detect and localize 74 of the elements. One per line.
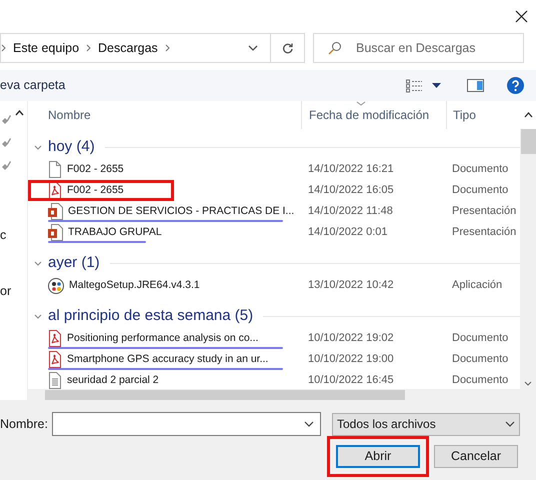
pin-icon bbox=[0, 136, 12, 148]
address-bar[interactable]: Este equipo Descargas bbox=[0, 33, 305, 63]
close-icon[interactable] bbox=[515, 10, 528, 23]
help-icon[interactable] bbox=[507, 77, 524, 94]
file-name-field[interactable] bbox=[52, 412, 321, 436]
date-cell-text: 13/10/2022 10:42 bbox=[307, 278, 395, 294]
date-cell-text: 14/10/2022 16:21 bbox=[307, 162, 395, 178]
file-name[interactable]: seuridad 2 parcial 2 bbox=[67, 372, 159, 388]
file-name[interactable]: Smartphone GPS accuracy study in an ur... bbox=[67, 352, 268, 368]
date-cell-text: 10/10/2022 16:45 bbox=[307, 373, 395, 388]
type-cell-text: Presentación bbox=[451, 225, 516, 240]
file-name[interactable]: Positioning performance analysis on co... bbox=[67, 330, 258, 346]
scroll-down-icon[interactable] bbox=[524, 381, 532, 386]
chevron-icon bbox=[164, 44, 170, 52]
scroll-up-icon[interactable] bbox=[15, 110, 24, 116]
date-cell-text: 14/10/2022 0:01 bbox=[307, 225, 389, 240]
dialog-button[interactable]: Abrir bbox=[336, 445, 420, 468]
pin-icon bbox=[0, 112, 12, 124]
type-cell-text: Aplicación bbox=[451, 278, 502, 294]
date-cell-text: 14/10/2022 11:48 bbox=[307, 204, 394, 220]
preview-pane-icon[interactable] bbox=[467, 79, 484, 92]
dropdown-chevron-icon[interactable] bbox=[304, 421, 314, 427]
file-name[interactable]: TRABAJO GRUPAL bbox=[68, 224, 162, 240]
group-header[interactable]: hoy (4) bbox=[48, 136, 95, 158]
new-folder-button[interactable]: eva carpeta bbox=[0, 76, 66, 95]
search-placeholder: Buscar en Descargas bbox=[356, 40, 476, 57]
type-cell-text: Documento bbox=[451, 331, 508, 346]
pdf-document-icon bbox=[48, 351, 62, 368]
date-cell-text: 10/10/2022 19:00 bbox=[307, 352, 395, 368]
refresh-icon[interactable] bbox=[282, 42, 294, 54]
dropdown-arrow-icon[interactable] bbox=[432, 83, 441, 88]
breadcrumb-item[interactable]: Descargas bbox=[98, 38, 158, 58]
horizontal-scrollbar[interactable] bbox=[28, 389, 536, 400]
presentation-icon bbox=[48, 203, 63, 220]
presentation-icon bbox=[48, 224, 63, 241]
vertical-scrollbar[interactable] bbox=[520, 129, 536, 389]
view-list-icon[interactable] bbox=[406, 78, 422, 92]
sort-icon bbox=[356, 101, 366, 106]
file-type-dropdown[interactable]: Todos los archivos bbox=[332, 412, 520, 436]
file-name[interactable]: MaltegoSetup.JRE64.v4.3.1 bbox=[69, 278, 200, 294]
type-cell-text: Documento bbox=[451, 373, 508, 388]
column-header[interactable]: Nombre bbox=[28, 101, 301, 129]
type-cell-text: Presentación bbox=[451, 204, 516, 220]
nav-item[interactable]: c bbox=[0, 226, 27, 245]
chevron-icon bbox=[1, 44, 6, 52]
file-name[interactable]: F002 - 2655 bbox=[67, 162, 124, 178]
chevron-icon bbox=[86, 44, 92, 52]
group-header[interactable]: ayer (1) bbox=[48, 252, 100, 274]
dropdown-chevron-icon[interactable] bbox=[248, 45, 258, 51]
type-cell-text: Documento bbox=[451, 162, 508, 178]
file-name[interactable]: F002 - 2655 bbox=[67, 182, 124, 198]
pin-icon bbox=[0, 158, 12, 170]
date-cell-text: 14/10/2022 16:05 bbox=[307, 183, 395, 198]
nav-item[interactable]: or bbox=[0, 282, 27, 300]
column-header[interactable]: Tipo bbox=[446, 101, 520, 129]
date-cell-text: 10/10/2022 19:02 bbox=[307, 331, 395, 346]
group-header[interactable]: al principio de esta semana (5) bbox=[48, 304, 254, 328]
pdf-document-icon bbox=[48, 182, 62, 199]
search-icon bbox=[328, 41, 342, 55]
type-cell-text: Documento bbox=[451, 352, 508, 368]
search-field[interactable]: Buscar en Descargas bbox=[313, 33, 524, 63]
file-name[interactable]: GESTION DE SERVICIOS - PRACTICAS DE I... bbox=[68, 204, 294, 220]
application-icon bbox=[48, 278, 64, 294]
text-document-icon bbox=[48, 372, 62, 389]
breadcrumb-item[interactable]: Este equipo bbox=[13, 38, 80, 58]
type-cell-text: Documento bbox=[451, 183, 508, 198]
dropdown-chevron-icon bbox=[505, 421, 515, 427]
column-header[interactable]: Fecha de modificación bbox=[301, 101, 446, 129]
scroll-up-icon[interactable] bbox=[524, 112, 532, 118]
file-name-label: Nombre: bbox=[0, 416, 49, 433]
scrollbar-thumb[interactable] bbox=[520, 129, 536, 154]
document-icon bbox=[48, 161, 62, 178]
pdf-document-icon bbox=[48, 330, 62, 347]
dialog-button[interactable]: Cancelar bbox=[434, 445, 518, 468]
